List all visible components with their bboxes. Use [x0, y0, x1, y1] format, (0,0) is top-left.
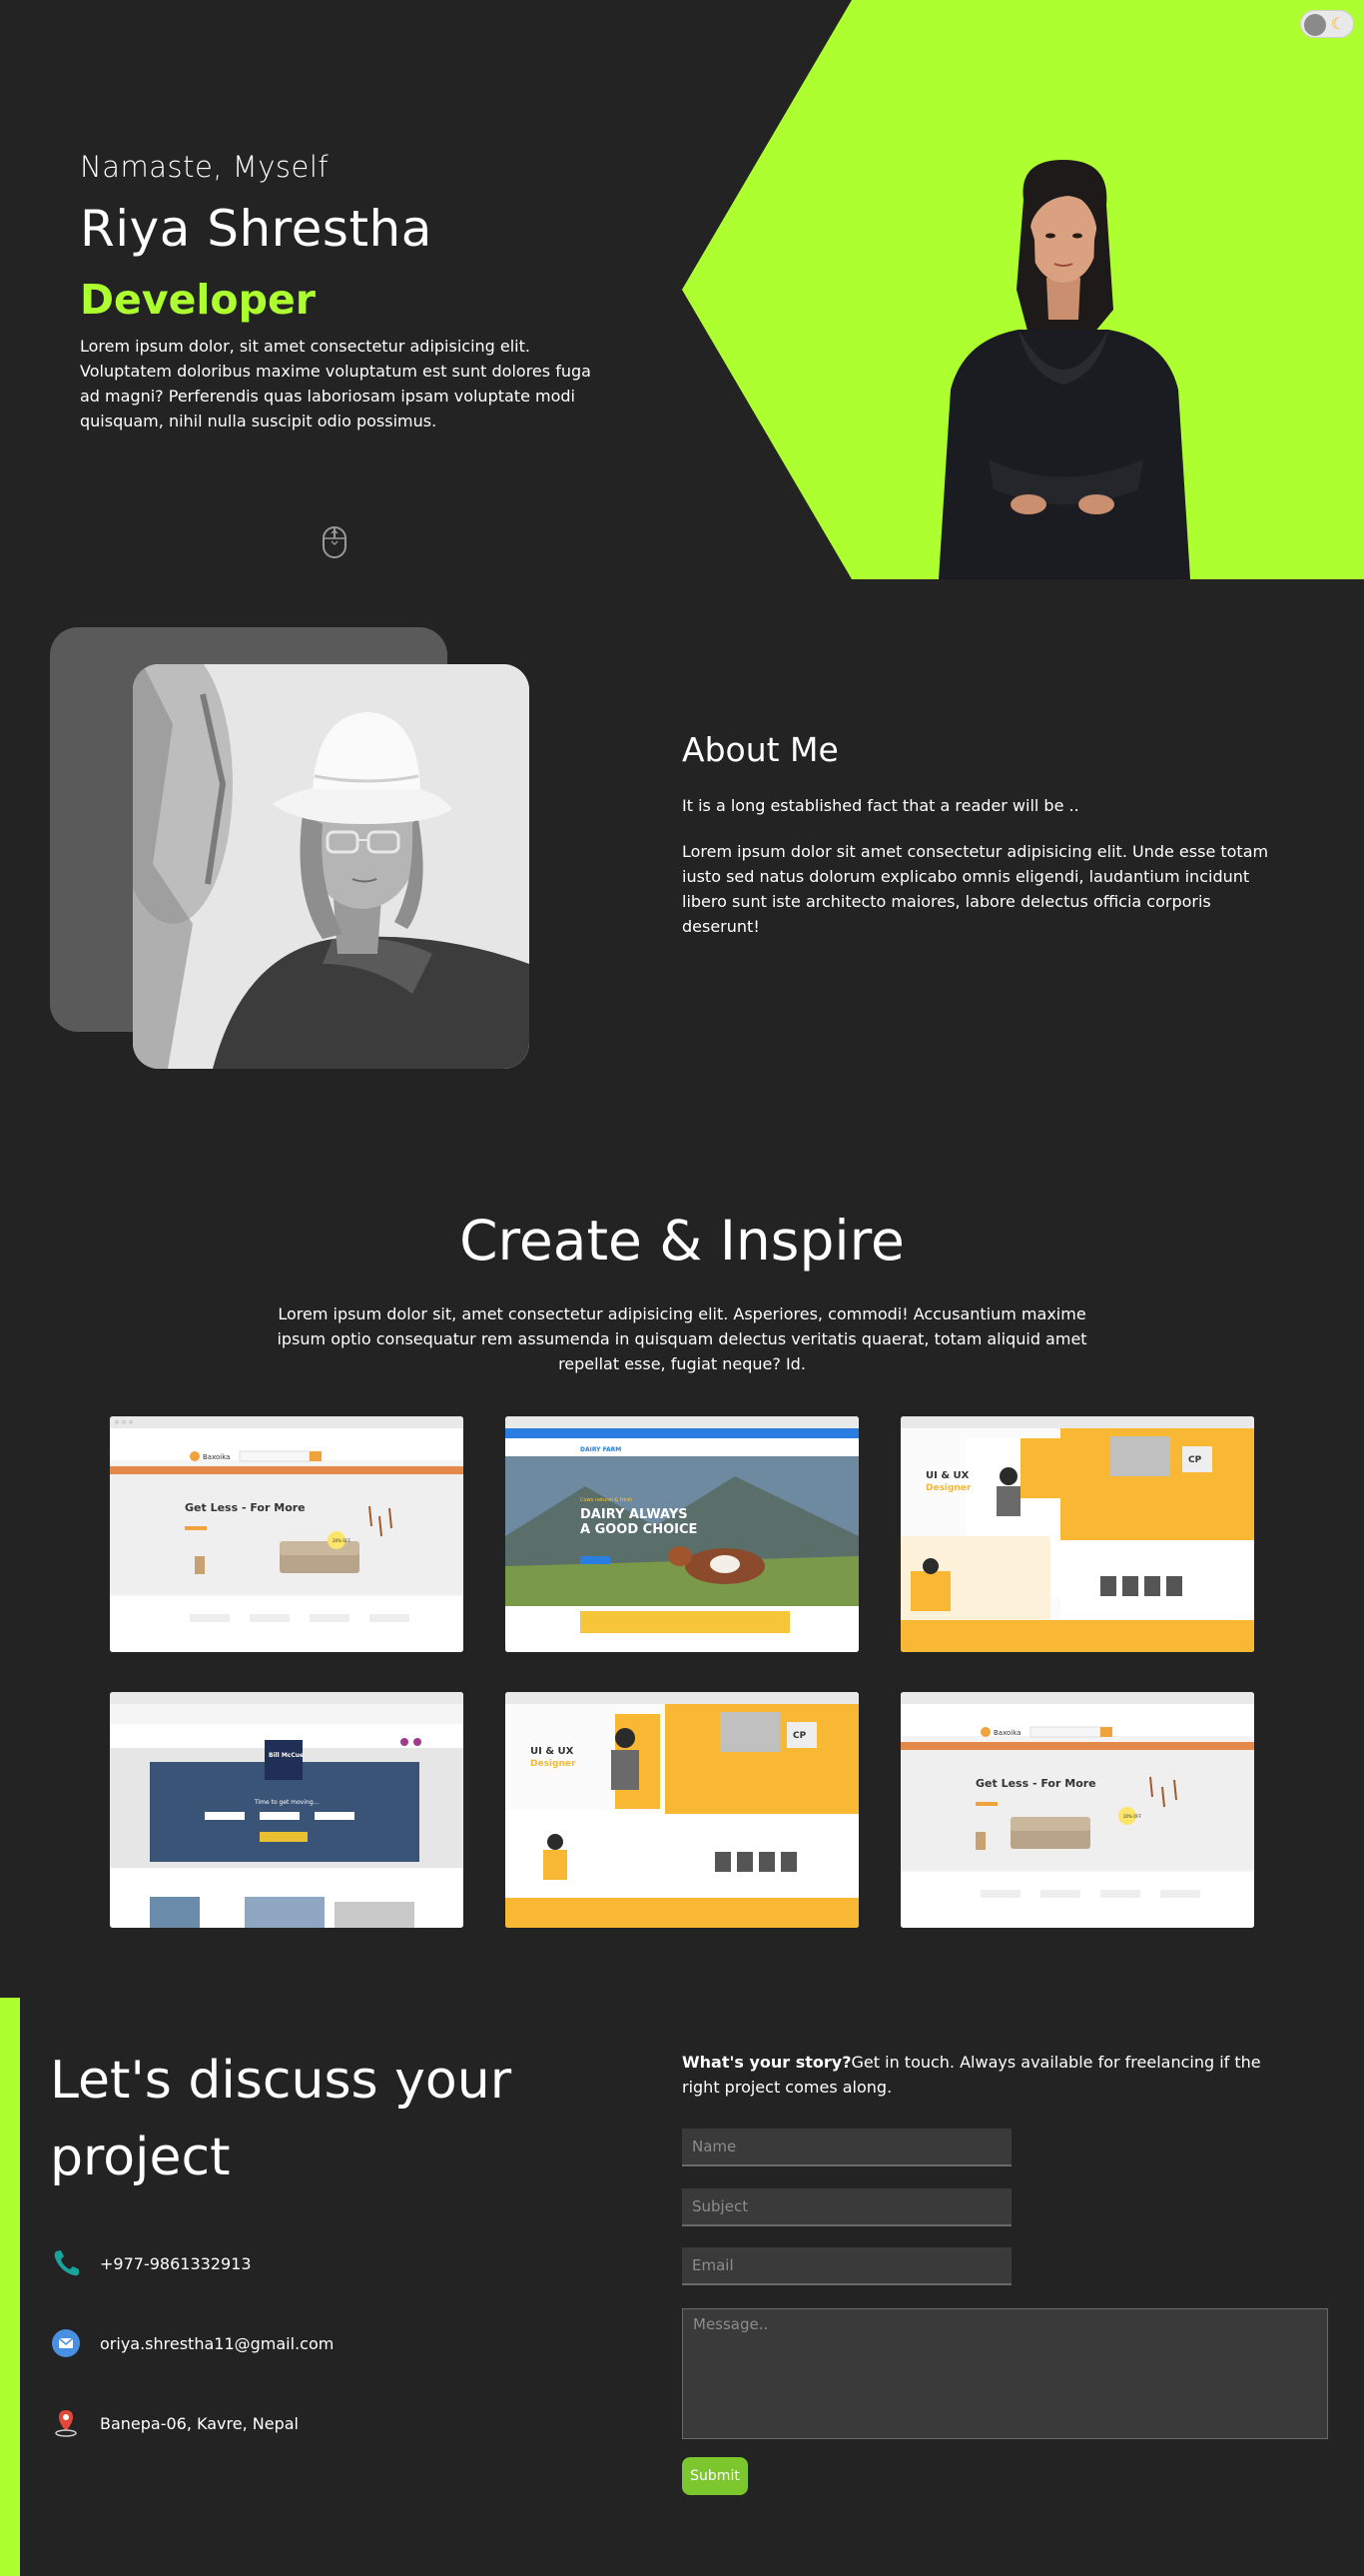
- project-badge: 20% OFF: [333, 1538, 351, 1543]
- works-description: Lorem ipsum dolor sit, amet consectetur …: [277, 1304, 1087, 1373]
- submit-button[interactable]: Submit: [682, 2457, 748, 2495]
- contact-lead: What's your story?Get in touch. Always a…: [682, 2050, 1291, 2100]
- email-icon: [52, 2329, 80, 2357]
- project-badge: CP: [1188, 1455, 1202, 1465]
- message-field[interactable]: [682, 2308, 1328, 2439]
- phone-icon: [54, 2250, 79, 2276]
- project-thumbnail-designer: UI & UX Designer CP: [901, 1416, 1254, 1652]
- project-logo: Baxoika: [203, 1453, 230, 1461]
- project-card[interactable]: Baxoika Get Less - For More 20% OFF: [110, 1416, 463, 1652]
- about-description: Lorem ipsum dolor sit amet consectetur a…: [682, 842, 1269, 936]
- contact-address[interactable]: Banepa-06, Kavre, Nepal: [50, 2407, 299, 2439]
- project-badge: CP: [793, 1731, 807, 1741]
- project-headline: UI & UX: [926, 1470, 970, 1481]
- project-headline: A GOOD CHOICE: [580, 1522, 697, 1537]
- project-card[interactable]: Baxoika Get Less - For More 20% OFF: [901, 1692, 1254, 1928]
- email-field[interactable]: [682, 2247, 1012, 2285]
- project-logo: Bill McCue: [269, 1752, 304, 1759]
- project-headline: DAIRY ALWAYS: [580, 1507, 688, 1522]
- hero-description: Lorem ipsum dolor, sit amet consectetur …: [80, 337, 591, 430]
- contact-lead-bold: What's your story?: [682, 2053, 852, 2072]
- moon-icon: ☾: [1330, 14, 1346, 33]
- name-field[interactable]: [682, 2129, 1012, 2166]
- about-lead: It is a long established fact that a rea…: [682, 796, 1079, 815]
- contact-title: Let's discuss your project: [50, 2051, 512, 2187]
- contact-phone[interactable]: +977-9861332913: [50, 2247, 252, 2279]
- works-title: Create & Inspire: [459, 1209, 905, 1273]
- location-pin-icon: [55, 2410, 77, 2437]
- project-thumbnail-furniture: Baxoika Get Less - For More 20% OFF: [901, 1692, 1254, 1928]
- hero-section: ☾ Namaste, Myself Riya Shrestha Develope…: [0, 0, 1364, 579]
- mouse-scroll-icon[interactable]: [322, 525, 347, 559]
- contact-email-text: oriya.shrestha11@gmail.com: [100, 2333, 335, 2353]
- project-thumbnail-realestate: Bill McCue Time to get moving...: [110, 1692, 463, 1928]
- contact-address-text: Banepa-06, Kavre, Nepal: [100, 2413, 299, 2433]
- theme-toggle[interactable]: ☾: [1300, 10, 1354, 38]
- toggle-knob[interactable]: [1304, 14, 1326, 36]
- project-headline: Get Less - For More: [185, 1501, 306, 1514]
- project-logo: DAIRY FARM: [580, 1446, 621, 1453]
- project-headline: Get Less - For More: [976, 1777, 1096, 1790]
- contact-phone-text: +977-9861332913: [100, 2253, 252, 2273]
- subject-field[interactable]: [682, 2188, 1012, 2226]
- about-photo: [133, 664, 529, 1069]
- project-card[interactable]: UI & UX Designer CP: [505, 1692, 859, 1928]
- project-thumbnail-designer: UI & UX Designer CP: [505, 1692, 859, 1928]
- project-card[interactable]: DAIRY FARM Cows natural & fresh DAIRY AL…: [505, 1416, 859, 1652]
- works-grid: Baxoika Get Less - For More 20% OFF DAIR…: [110, 1416, 1254, 1928]
- project-headline: Designer: [530, 1759, 576, 1769]
- contact-accent-bar: [0, 1998, 20, 2576]
- project-headline: UI & UX: [530, 1746, 574, 1757]
- contact-email[interactable]: oriya.shrestha11@gmail.com: [50, 2327, 334, 2359]
- project-card[interactable]: UI & UX Designer CP: [901, 1416, 1254, 1652]
- about-title: About Me: [682, 730, 839, 769]
- hero-greeting: Namaste, Myself: [80, 150, 330, 184]
- project-badge: 20% OFF: [1123, 1814, 1142, 1819]
- project-card[interactable]: Bill McCue Time to get moving...: [110, 1692, 463, 1928]
- project-kicker: Cows natural & fresh: [580, 1497, 632, 1503]
- project-headline: Time to get moving...: [254, 1799, 319, 1806]
- portfolio-page: ☾ Namaste, Myself Riya Shrestha Develope…: [0, 0, 1364, 2576]
- project-headline: Designer: [926, 1483, 972, 1493]
- hero-portrait: [939, 160, 1190, 579]
- project-thumbnail-dairy: DAIRY FARM Cows natural & fresh DAIRY AL…: [505, 1416, 859, 1652]
- hero-role: Developer: [80, 276, 316, 324]
- hero-name: Riya Shrestha: [80, 200, 432, 258]
- project-thumbnail-furniture: Baxoika Get Less - For More 20% OFF: [110, 1416, 463, 1652]
- project-logo: Baxoika: [994, 1729, 1021, 1737]
